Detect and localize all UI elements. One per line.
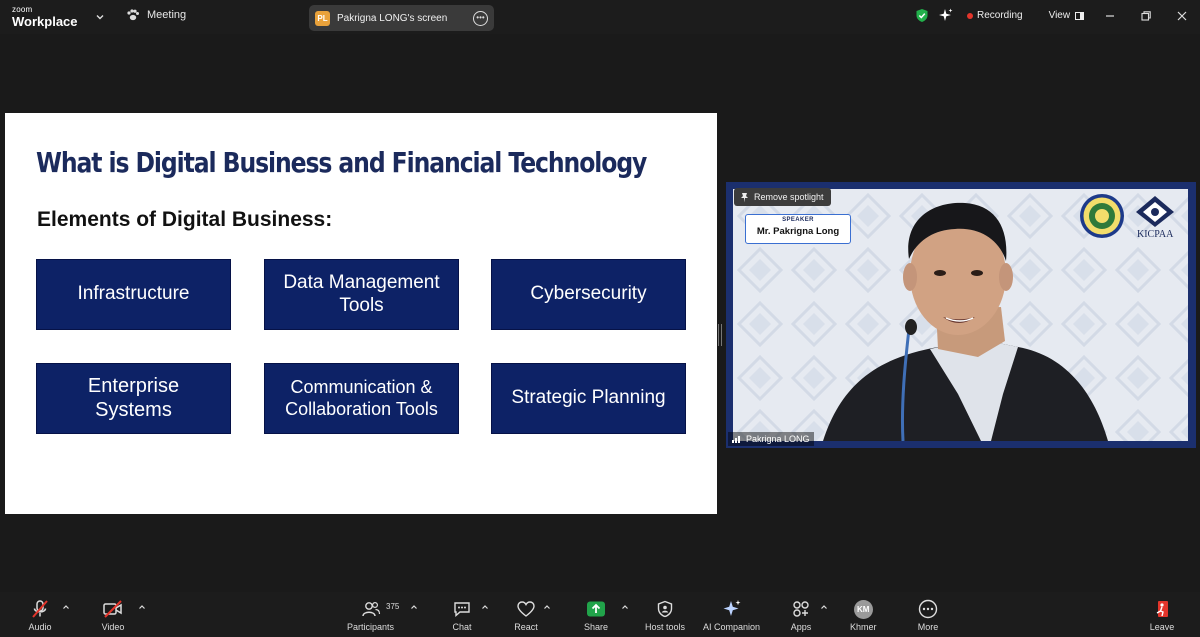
university-seal-logo bbox=[1080, 194, 1124, 238]
recording-indicator[interactable]: Recording bbox=[967, 10, 1023, 21]
view-layout-icon bbox=[1075, 11, 1085, 20]
ai-companion-button[interactable]: AI Companion bbox=[703, 598, 760, 632]
language-khmer-button[interactable]: KM Khmer bbox=[850, 598, 877, 632]
panel-resize-handle[interactable] bbox=[718, 324, 722, 346]
element-box-cybersecurity: Cybersecurity bbox=[491, 259, 686, 330]
chat-button[interactable]: Chat bbox=[449, 598, 475, 632]
share-title: Pakrigna LONG's screen bbox=[337, 12, 448, 24]
element-label: Data Management Tools bbox=[283, 272, 440, 316]
element-label: Strategic Planning bbox=[511, 387, 666, 409]
element-box-enterprise-systems: Enterprise Systems bbox=[36, 363, 231, 434]
presenter-badge: PL bbox=[315, 10, 330, 26]
screen-share-indicator[interactable]: PL Pakrigna LONG's screen ••• bbox=[309, 5, 494, 31]
chevron-up-icon[interactable] bbox=[481, 603, 489, 611]
apps-label: Apps bbox=[790, 622, 812, 632]
signal-bars-icon bbox=[732, 436, 740, 443]
view-button[interactable]: View bbox=[1049, 10, 1086, 21]
zoom-workplace-logo[interactable]: zoom Workplace bbox=[12, 5, 78, 29]
brand-big-text: Workplace bbox=[12, 14, 78, 29]
participant-name: Pakrigna LONG bbox=[746, 434, 810, 444]
recording-dot-icon bbox=[967, 12, 973, 19]
chat-label: Chat bbox=[452, 622, 472, 632]
host-tools-button[interactable]: Host tools bbox=[645, 598, 685, 632]
remove-spotlight-button[interactable]: Remove spotlight bbox=[734, 188, 831, 206]
chevron-up-icon[interactable] bbox=[621, 603, 629, 611]
pin-icon bbox=[741, 192, 748, 202]
kicpaa-logo-text: KICPAA bbox=[1137, 229, 1174, 240]
share-label: Share bbox=[583, 622, 609, 632]
leave-button[interactable]: Leave bbox=[1149, 598, 1175, 632]
more-button[interactable]: More bbox=[915, 598, 941, 632]
element-label: Enterprise Systems bbox=[87, 374, 180, 421]
element-box-strategic-planning: Strategic Planning bbox=[491, 363, 686, 434]
meeting-label: Meeting bbox=[147, 9, 187, 21]
paw-icon bbox=[127, 9, 139, 21]
brand-small-text: zoom bbox=[12, 5, 33, 14]
speaker-label: SPEAKER bbox=[782, 217, 814, 223]
speaker-name: Mr. Pakrigna Long bbox=[756, 226, 840, 237]
participants-count: 375 bbox=[386, 602, 400, 611]
more-options-icon[interactable]: ••• bbox=[473, 10, 488, 26]
leave-label: Leave bbox=[1149, 622, 1175, 632]
chevron-up-icon[interactable] bbox=[820, 603, 828, 611]
apps-button[interactable]: Apps bbox=[788, 598, 814, 632]
element-label: Cybersecurity bbox=[530, 283, 647, 305]
more-label: More bbox=[917, 622, 939, 632]
camera-off-icon bbox=[103, 600, 122, 618]
microphone-muted-icon bbox=[32, 600, 48, 618]
chevron-up-icon[interactable] bbox=[410, 603, 418, 611]
audio-label: Audio bbox=[28, 622, 52, 632]
host-tools-label: Host tools bbox=[645, 622, 686, 632]
shield-check-icon[interactable] bbox=[915, 8, 929, 23]
slide-title: What is Digital Business and Financial T… bbox=[36, 146, 647, 179]
speaker-name-card: SPEAKER Mr. Pakrigna Long bbox=[745, 214, 851, 244]
chevron-up-icon[interactable] bbox=[543, 603, 551, 611]
khmer-label: Khmer bbox=[850, 622, 877, 632]
react-label: React bbox=[514, 622, 538, 632]
chevron-up-icon[interactable] bbox=[62, 603, 70, 611]
khmer-avatar: KM bbox=[853, 599, 873, 619]
recording-label: Recording bbox=[977, 10, 1023, 21]
video-button[interactable]: Video bbox=[100, 598, 126, 632]
top-right-controls: Recording View bbox=[915, 8, 1085, 23]
element-box-infrastructure: Infrastructure bbox=[36, 259, 231, 330]
minimize-icon[interactable] bbox=[1104, 10, 1116, 22]
sparkle-icon[interactable] bbox=[938, 8, 953, 23]
element-box-data-management: Data Management Tools bbox=[264, 259, 459, 330]
ai-companion-label: AI Companion bbox=[703, 622, 761, 632]
element-box-communication: Communication & Collaboration Tools bbox=[264, 363, 459, 434]
kicpaa-emblem-logo bbox=[1136, 196, 1174, 227]
share-button[interactable]: Share bbox=[583, 598, 609, 632]
apps-icon bbox=[793, 601, 809, 617]
heart-icon bbox=[517, 601, 535, 617]
participants-icon bbox=[361, 601, 380, 617]
audio-button[interactable]: Audio bbox=[27, 598, 53, 632]
video-label: Video bbox=[101, 622, 125, 632]
view-label: View bbox=[1048, 10, 1071, 21]
slide-subtitle: Elements of Digital Business: bbox=[37, 208, 333, 231]
restore-icon[interactable] bbox=[1140, 10, 1152, 22]
chevron-up-icon[interactable] bbox=[138, 603, 146, 611]
leave-door-icon bbox=[1156, 601, 1168, 617]
remove-spotlight-label: Remove spotlight bbox=[754, 192, 824, 202]
react-button[interactable]: React bbox=[513, 598, 539, 632]
ai-sparkle-icon bbox=[723, 600, 741, 616]
shield-icon bbox=[657, 600, 673, 618]
share-screen-icon bbox=[587, 601, 605, 617]
more-dots-icon bbox=[918, 599, 938, 619]
chevron-down-icon[interactable] bbox=[94, 11, 106, 23]
shared-slide: What is Digital Business and Financial T… bbox=[5, 113, 717, 514]
element-label: Infrastructure bbox=[77, 283, 190, 305]
meeting-info-button[interactable]: Meeting bbox=[126, 9, 186, 21]
close-icon[interactable] bbox=[1176, 10, 1188, 22]
chat-bubble-icon bbox=[454, 602, 470, 618]
participants-label: Participants bbox=[347, 622, 395, 632]
element-label: Communication & Collaboration Tools bbox=[285, 377, 438, 419]
participant-name-tag: Pakrigna LONG bbox=[728, 432, 814, 446]
